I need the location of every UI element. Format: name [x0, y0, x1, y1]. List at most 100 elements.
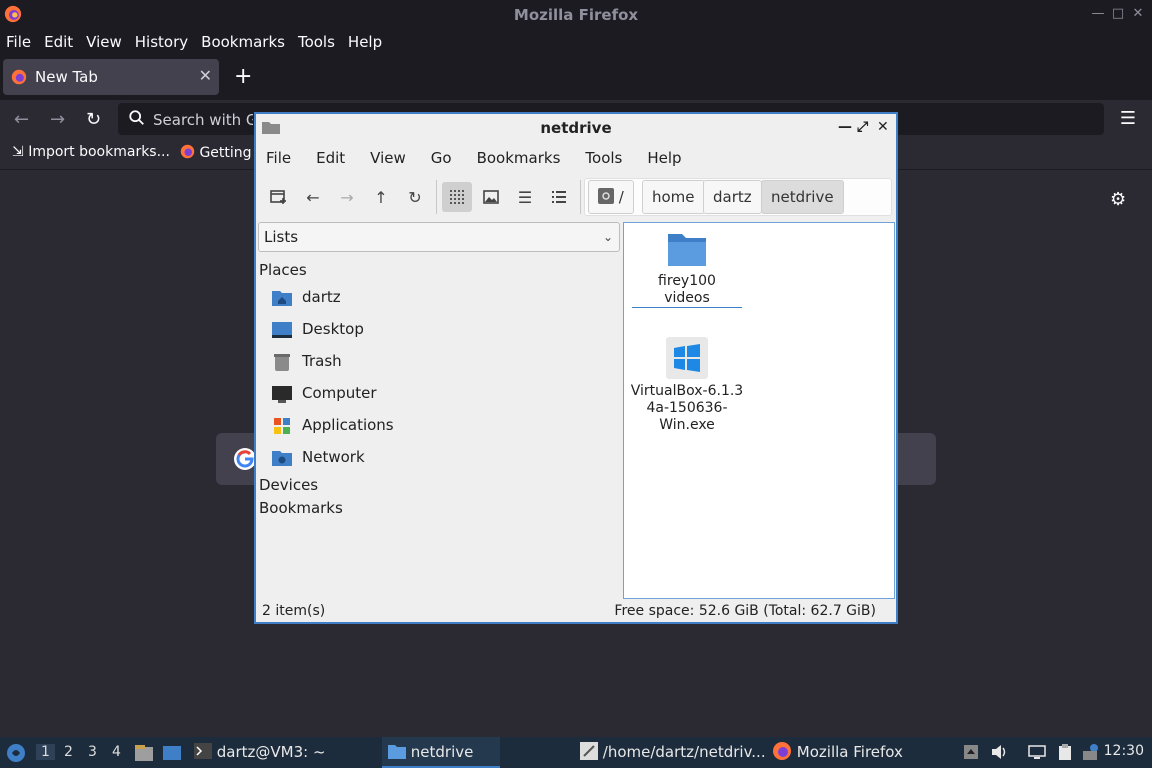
import-bookmarks-link[interactable]: ⇲ Import bookmarks...: [12, 144, 170, 160]
breadcrumb-home[interactable]: home: [642, 180, 705, 214]
network-tray-icon[interactable]: [1028, 743, 1046, 761]
workspace-2[interactable]: 2: [64, 744, 73, 760]
forward-icon[interactable]: →: [50, 109, 65, 130]
menu-go[interactable]: Go: [431, 149, 452, 167]
getting-started-label: Getting: [199, 145, 252, 161]
clipboard-icon[interactable]: [1056, 743, 1074, 761]
place-network[interactable]: Network: [272, 446, 572, 470]
getting-started-link[interactable]: Getting: [180, 144, 252, 161]
place-label: dartz: [302, 288, 341, 306]
tab-label: New Tab: [35, 68, 98, 86]
minimize-icon[interactable]: —: [838, 119, 852, 135]
settings-gear-icon[interactable]: ⚙: [1110, 189, 1126, 210]
desktop-launcher-icon[interactable]: [162, 743, 182, 763]
file-manager-launcher-icon[interactable]: [134, 743, 154, 763]
file-name-line-1: VirtualBox-6.1.3: [630, 383, 744, 399]
breadcrumb-dartz[interactable]: dartz: [703, 180, 762, 214]
thumbnail-view-icon[interactable]: [476, 182, 506, 212]
new-tab-button[interactable]: +: [234, 64, 252, 89]
menu-tools[interactable]: Tools: [585, 149, 622, 167]
new-tab-icon[interactable]: [264, 182, 294, 212]
place-applications[interactable]: Applications: [272, 414, 572, 438]
workspace-4[interactable]: 4: [112, 744, 121, 760]
maximize-icon[interactable]: □: [1110, 6, 1126, 22]
task-label: dartz@VM3: ~: [216, 743, 326, 761]
tab-new-tab[interactable]: New Tab ✕: [3, 59, 219, 95]
menu-bookmarks[interactable]: Bookmarks: [477, 149, 561, 167]
menu-edit[interactable]: Edit: [316, 149, 345, 167]
workspace-3[interactable]: 3: [88, 744, 97, 760]
place-trash[interactable]: Trash: [272, 350, 572, 374]
place-label: Computer: [302, 384, 377, 402]
applications-icon: [274, 418, 290, 434]
breadcrumb-netdrive[interactable]: netdrive: [761, 180, 844, 214]
terminal-icon: [194, 743, 212, 759]
menu-hamburger-icon[interactable]: ☰: [1120, 108, 1136, 129]
menu-help[interactable]: Help: [348, 33, 382, 51]
task-terminal[interactable]: dartz@VM3: ~: [194, 737, 326, 768]
file-manager-toolbar: ← → ↑ ↻ ☰ / home dartz netdrive: [256, 176, 896, 218]
close-icon[interactable]: ✕: [877, 119, 889, 135]
volume-icon[interactable]: [990, 743, 1008, 761]
firefox-favicon-icon: [180, 144, 195, 159]
file-name-line-3: Win.exe: [659, 417, 715, 433]
folder-icon: [668, 234, 706, 266]
task-label: netdrive: [410, 743, 474, 761]
menu-view[interactable]: View: [86, 33, 122, 51]
detailed-list-view-icon[interactable]: [544, 182, 574, 212]
place-dartz[interactable]: dartz: [272, 286, 572, 310]
file-item-exe[interactable]: VirtualBox-6.1.3 4a-150636- Win.exe: [626, 337, 748, 434]
task-text-editor[interactable]: /home/dartz/netdriv...: [580, 737, 766, 768]
menu-edit[interactable]: Edit: [44, 33, 73, 51]
import-bookmarks-label: Import bookmarks...: [28, 144, 170, 160]
workspace-1[interactable]: 1: [36, 744, 55, 760]
section-bookmarks[interactable]: Bookmarks: [259, 499, 343, 517]
compact-view-icon[interactable]: ☰: [510, 182, 540, 212]
section-places: Places: [259, 261, 307, 279]
place-label: Applications: [302, 416, 394, 434]
icon-view-icon[interactable]: [442, 182, 472, 212]
drive-icon: [598, 188, 614, 204]
menu-help[interactable]: Help: [647, 149, 681, 167]
desktop-icon: [272, 322, 292, 338]
forward-icon[interactable]: →: [332, 182, 362, 212]
file-manager-window: netdrive — ⤢ ✕ File Edit View Go Bookmar…: [254, 112, 898, 624]
file-name: firey100 videos: [632, 273, 742, 308]
close-icon[interactable]: ✕: [1130, 6, 1146, 22]
maximize-icon[interactable]: ⤢: [857, 119, 868, 135]
taskbar: 1 2 3 4 dartz@VM3: ~ netdrive /home/dart…: [0, 737, 1152, 768]
place-computer[interactable]: Computer: [272, 382, 572, 406]
section-devices[interactable]: Devices: [259, 476, 318, 494]
side-pane-mode-value: Lists: [264, 228, 299, 246]
file-view[interactable]: firey100 videos VirtualBox-6.1.3 4a-1506…: [623, 222, 895, 599]
breadcrumb-root[interactable]: /: [588, 180, 634, 214]
file-item-folder[interactable]: firey100 videos: [632, 231, 742, 308]
task-label: /home/dartz/netdriv...: [602, 743, 766, 761]
computer-icon: [272, 386, 292, 403]
menu-view[interactable]: View: [370, 149, 406, 167]
menu-history[interactable]: History: [135, 33, 188, 51]
notification-icon[interactable]: [1082, 743, 1100, 761]
start-menu-icon[interactable]: [6, 743, 26, 763]
menu-file[interactable]: File: [6, 33, 31, 51]
back-icon[interactable]: ←: [298, 182, 328, 212]
back-icon[interactable]: ←: [14, 109, 29, 130]
firefox-icon: [773, 742, 791, 760]
file-manager-title: netdrive: [540, 119, 612, 137]
clock: 12:30: [1103, 743, 1144, 759]
tab-close-icon[interactable]: ✕: [199, 66, 212, 85]
task-firefox[interactable]: Mozilla Firefox: [772, 737, 903, 768]
reload-icon[interactable]: ↻: [400, 182, 430, 212]
file-manager-titlebar: netdrive — ⤢ ✕: [256, 114, 896, 142]
tray-arrow-icon[interactable]: [962, 743, 980, 761]
menu-tools[interactable]: Tools: [298, 33, 335, 51]
menu-bookmarks[interactable]: Bookmarks: [201, 33, 285, 51]
minimize-icon[interactable]: —: [1090, 6, 1106, 22]
menu-file[interactable]: File: [266, 149, 291, 167]
task-netdrive[interactable]: netdrive: [382, 737, 500, 768]
reload-icon[interactable]: ↻: [86, 109, 101, 130]
up-icon[interactable]: ↑: [366, 182, 396, 212]
path-bar: / home dartz netdrive: [584, 178, 892, 216]
place-desktop[interactable]: Desktop: [272, 318, 572, 342]
side-pane-mode-select[interactable]: Lists ⌄: [258, 222, 620, 252]
